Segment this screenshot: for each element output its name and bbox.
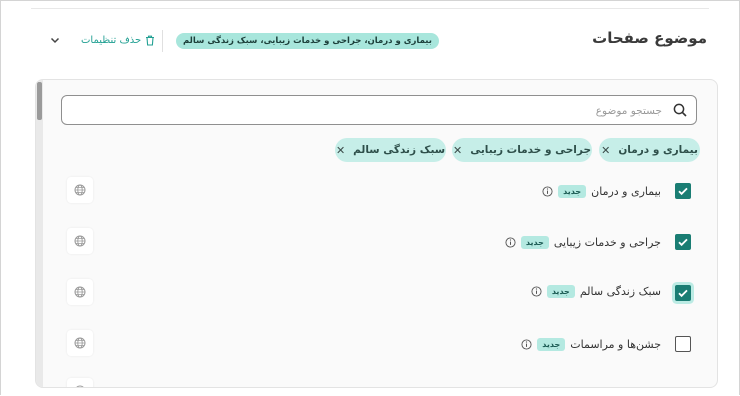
vertical-divider xyxy=(162,30,163,52)
chip-label: سبک زندگی سالم xyxy=(353,144,446,156)
remove-chip-icon[interactable]: ✕ xyxy=(336,144,345,157)
check-icon xyxy=(678,238,688,247)
selected-chip: سبک زندگی سالم ✕ xyxy=(335,138,446,162)
chip-label: بیماری و درمان xyxy=(618,144,698,156)
topic-label: جشن‌ها و مراسمات xyxy=(570,337,661,351)
selected-summary-chip: بیماری و درمان، جراحی و خدمات زیبایی، سب… xyxy=(176,33,439,49)
remove-chip-icon[interactable]: ✕ xyxy=(453,144,462,157)
topic-checkbox[interactable] xyxy=(675,336,691,352)
reset-settings-label: حذف تنظیمات xyxy=(81,34,142,46)
topic-dropdown-panel: بیماری و درمان ✕ جراحی و خدمات زیبایی ✕ … xyxy=(35,79,718,388)
info-icon[interactable] xyxy=(505,236,516,248)
globe-button[interactable] xyxy=(67,279,93,305)
scrollbar-thumb[interactable] xyxy=(37,82,42,120)
section-title: موضوع صفحات xyxy=(592,29,707,47)
topic-label: جراحی و خدمات زیبایی xyxy=(553,235,661,249)
globe-icon xyxy=(74,235,86,247)
topic-settings-card: موضوع صفحات بیماری و درمان، جراحی و خدما… xyxy=(0,0,740,395)
topic-row[interactable]: جراحی و خدمات زیبایی جدید xyxy=(36,227,717,257)
chevron-down-icon[interactable] xyxy=(49,34,61,46)
new-badge: جدید xyxy=(558,184,587,198)
globe-icon xyxy=(74,337,86,349)
search-icon xyxy=(673,103,687,117)
remove-chip-icon[interactable]: ✕ xyxy=(601,144,610,157)
search-input[interactable] xyxy=(70,100,664,122)
new-badge: جدید xyxy=(546,284,575,298)
new-badge: جدید xyxy=(520,235,549,249)
trash-icon xyxy=(146,35,155,46)
globe-icon xyxy=(74,286,86,298)
topic-row[interactable]: جشن‌ها و مراسمات جدید xyxy=(36,329,717,359)
topic-checkbox[interactable] xyxy=(675,183,691,199)
search-box xyxy=(61,95,697,125)
divider xyxy=(31,8,709,9)
topic-checkbox[interactable] xyxy=(675,234,691,250)
globe-button[interactable] xyxy=(67,378,93,387)
info-icon[interactable] xyxy=(531,285,542,297)
info-icon[interactable] xyxy=(542,185,553,197)
globe-button[interactable] xyxy=(67,177,93,203)
globe-button[interactable] xyxy=(67,330,93,356)
topic-label: بیماری و درمان xyxy=(591,184,661,198)
info-icon[interactable] xyxy=(521,338,532,350)
selected-chip: جراحی و خدمات زیبایی ✕ xyxy=(452,138,592,162)
topic-label: سبک زندگی سالم xyxy=(579,284,661,298)
reset-settings-button[interactable]: حذف تنظیمات xyxy=(81,32,155,48)
check-icon xyxy=(678,187,688,196)
topic-row[interactable]: سبک زندگی سالم جدید xyxy=(36,278,717,308)
globe-button[interactable] xyxy=(67,228,93,254)
new-badge: جدید xyxy=(537,337,566,351)
chip-label: جراحی و خدمات زیبایی xyxy=(470,144,592,156)
topic-checkbox[interactable] xyxy=(675,285,691,301)
topic-row[interactable]: بیماری و درمان جدید xyxy=(36,176,717,206)
globe-icon xyxy=(74,184,86,196)
globe-icon xyxy=(76,385,84,387)
check-icon xyxy=(678,289,688,298)
selected-chip: بیماری و درمان ✕ xyxy=(599,138,700,162)
